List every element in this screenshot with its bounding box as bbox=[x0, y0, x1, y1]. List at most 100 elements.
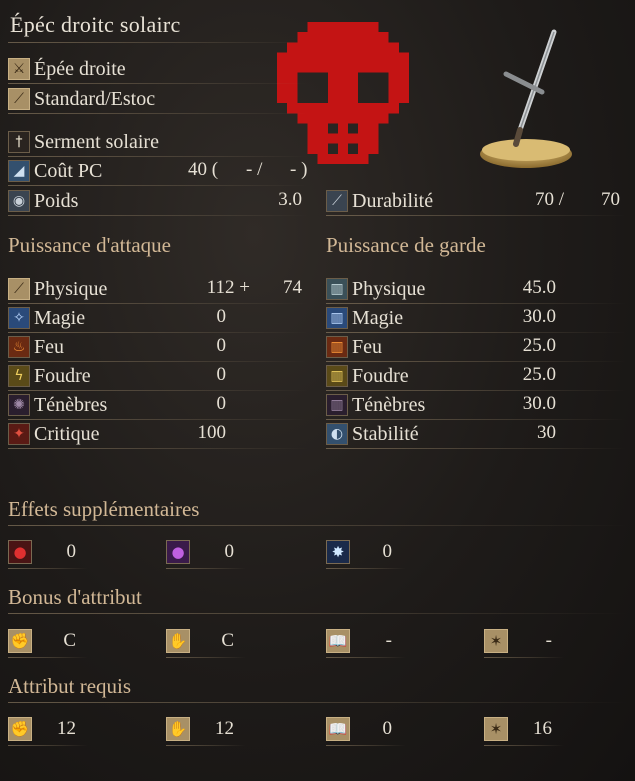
guard-label: Feu bbox=[352, 335, 382, 358]
guard-row-fire: ▥ Feu 25.0 bbox=[326, 333, 626, 361]
fp-cost-icon: ◢ bbox=[8, 160, 30, 182]
divider bbox=[326, 215, 626, 216]
weight-label: Poids bbox=[34, 189, 79, 212]
strength-icon: ✊ bbox=[8, 629, 32, 653]
divider bbox=[8, 702, 628, 703]
faith-icon: ✶ bbox=[484, 629, 508, 653]
guard-row-magic: ▥ Magie 30.0 bbox=[326, 304, 626, 332]
fp-cost-end: - ) bbox=[290, 159, 308, 180]
divider bbox=[326, 568, 406, 569]
divider bbox=[8, 745, 88, 746]
divider bbox=[326, 448, 626, 449]
guard-row-physical: ▥ Physique 45.0 bbox=[326, 275, 626, 303]
effect-value: 0 bbox=[382, 541, 393, 562]
requirement-value: 12 bbox=[57, 718, 76, 739]
physical-attack-icon: ⟋ bbox=[8, 278, 30, 300]
critical-icon: ✦ bbox=[8, 423, 30, 445]
strength-icon: ✊ bbox=[8, 717, 32, 741]
attack-row-magic: ✧ Magie 0 bbox=[8, 304, 308, 332]
attack-label: Critique bbox=[34, 422, 100, 445]
attack-type-label: Standard/Estoc bbox=[34, 87, 156, 110]
guard-label: Physique bbox=[352, 277, 426, 300]
attack-value: 0 bbox=[216, 306, 227, 327]
bonus-header: Bonus d'attribut bbox=[8, 585, 142, 609]
divider bbox=[8, 185, 308, 186]
skill-label: Serment solaire bbox=[34, 130, 159, 153]
attack-value: 0 bbox=[216, 335, 227, 356]
guard-label: Foudre bbox=[352, 364, 409, 387]
poison-icon: ● bbox=[166, 540, 190, 564]
guard-value: 25.0 bbox=[522, 335, 556, 356]
dexterity-icon: ✋ bbox=[166, 717, 190, 741]
divider bbox=[8, 657, 88, 658]
fp-cost-value: 40 ( bbox=[188, 159, 219, 180]
skull-icon bbox=[277, 22, 409, 164]
sword-image bbox=[480, 29, 572, 168]
weight-row: ◉ Poids 3.0 bbox=[8, 187, 308, 215]
attack-type-row: ⟋ Standard/Estoc bbox=[8, 85, 155, 113]
effects-header: Effets supplémentaires bbox=[8, 497, 200, 521]
fire-guard-icon: ▥ bbox=[326, 336, 348, 358]
magic-icon: ✧ bbox=[8, 307, 30, 329]
attack-label: Foudre bbox=[34, 364, 91, 387]
dark-icon: ✺ bbox=[8, 394, 30, 416]
attack-value: 100 bbox=[197, 422, 227, 443]
attack-extra: 74 bbox=[283, 277, 302, 298]
divider bbox=[326, 657, 406, 658]
guard-header: Puissance de garde bbox=[326, 233, 486, 257]
physical-guard-icon: ▥ bbox=[326, 278, 348, 300]
effect-value: 0 bbox=[66, 541, 77, 562]
intelligence-icon: 📖 bbox=[326, 717, 350, 741]
divider bbox=[8, 215, 308, 216]
bonus-value: - bbox=[545, 630, 552, 651]
guard-value: 30 bbox=[537, 422, 556, 443]
attack-row-fire: ♨ Feu 0 bbox=[8, 333, 308, 361]
attack-label: Magie bbox=[34, 306, 86, 329]
divider bbox=[8, 83, 308, 84]
bonus-value: - bbox=[385, 630, 392, 651]
attack-row-lightning: ϟ Foudre 0 bbox=[8, 362, 308, 390]
guard-label: Stabilité bbox=[352, 422, 419, 445]
attack-row-critical: ✦ Critique 100 bbox=[8, 420, 308, 448]
guard-label: Ténèbres bbox=[352, 393, 426, 416]
durability-label: Durabilité bbox=[352, 189, 434, 212]
stability-icon: ◐ bbox=[326, 423, 348, 445]
magic-guard-icon: ▥ bbox=[326, 307, 348, 329]
guard-value: 30.0 bbox=[522, 306, 556, 327]
divider bbox=[8, 42, 308, 43]
divider bbox=[166, 568, 246, 569]
requirement-value: 16 bbox=[533, 718, 552, 739]
bonus-value: C bbox=[63, 630, 76, 651]
intelligence-icon: 📖 bbox=[326, 629, 350, 653]
dexterity-icon: ✋ bbox=[166, 629, 190, 653]
fp-cost-row: ◢ Coût PC 40 ( - / - ) bbox=[8, 157, 308, 185]
skill-row: † Serment solaire bbox=[8, 128, 159, 156]
requirement-value: 0 bbox=[382, 718, 393, 739]
durability-icon: ⟋ bbox=[326, 190, 348, 212]
attack-row-physical: ⟋ Physique 112 + 74 bbox=[8, 275, 308, 303]
lightning-icon: ϟ bbox=[8, 365, 30, 387]
weapon-type-label: Épée droite bbox=[34, 57, 126, 80]
weight-value: 3.0 bbox=[278, 189, 302, 210]
weight-icon: ◉ bbox=[8, 190, 30, 212]
attack-row-dark: ✺ Ténèbres 0 bbox=[8, 391, 308, 419]
guard-row-dark: ▥ Ténèbres 30.0 bbox=[326, 391, 626, 419]
guard-row-lightning: ▥ Foudre 25.0 bbox=[326, 362, 626, 390]
guard-row-stability: ◐ Stabilité 30 bbox=[326, 420, 626, 448]
requirements-header: Attribut requis bbox=[8, 674, 132, 698]
requirement-value: 12 bbox=[215, 718, 234, 739]
attack-header: Puissance d'attaque bbox=[8, 233, 171, 257]
dark-guard-icon: ▥ bbox=[326, 394, 348, 416]
bonus-value: C bbox=[221, 630, 234, 651]
divider bbox=[484, 657, 564, 658]
divider bbox=[8, 113, 308, 114]
lightning-guard-icon: ▥ bbox=[326, 365, 348, 387]
attack-label: Physique bbox=[34, 277, 108, 300]
fp-cost-label: Coût PC bbox=[34, 159, 103, 182]
attack-value: 0 bbox=[216, 393, 227, 414]
durability-max: 70 bbox=[601, 189, 620, 210]
divider bbox=[166, 657, 246, 658]
frost-icon: ✸ bbox=[326, 540, 350, 564]
guard-value: 45.0 bbox=[522, 277, 556, 298]
durability-row: ⟋ Durabilité 70 / 70 bbox=[326, 187, 626, 215]
